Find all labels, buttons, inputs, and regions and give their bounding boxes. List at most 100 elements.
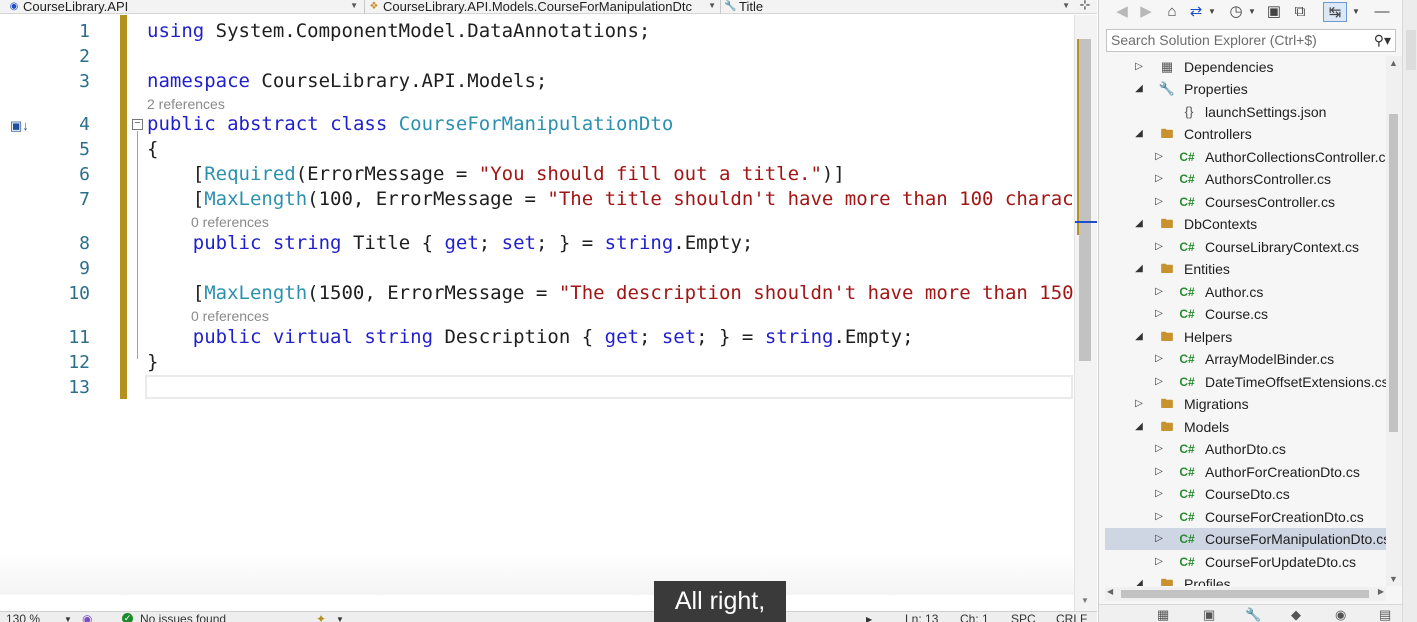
scroll-down-icon[interactable]: ▼ — [1081, 596, 1089, 605]
scroll-right-icon[interactable]: ▶ — [866, 613, 872, 622]
chevron-down-icon[interactable]: ▼ — [1207, 2, 1217, 22]
expand-icon[interactable]: ▷ — [1133, 56, 1145, 78]
implementation-glyph-icon[interactable]: ▣↓ — [10, 118, 29, 134]
editor-vertical-scrollbar[interactable]: ▼ — [1074, 15, 1097, 611]
line-indicator[interactable]: Ln: 13 — [905, 613, 938, 622]
properties-icon[interactable]: 🔧 — [1245, 607, 1261, 622]
tree-item-migrations[interactable]: ▷ 🖿 Migrations — [1105, 393, 1386, 415]
chevron-down-icon[interactable]: ▼ — [1351, 2, 1361, 22]
search-icon[interactable]: ⚲▾ — [1374, 30, 1391, 51]
split-window-icon[interactable]: ⊹ — [1078, 0, 1092, 12]
scroll-up-icon[interactable]: ▲ — [1389, 58, 1398, 68]
team-explorer-icon[interactable]: ▣ — [1203, 607, 1215, 622]
tree-item-file[interactable]: ▷ C# CourseDto.cs — [1105, 483, 1386, 505]
solution-tree[interactable]: ▷ ▦ Dependencies ◢ 🔧 Properties {} launc… — [1099, 56, 1386, 586]
back-icon[interactable]: ◀ — [1113, 2, 1131, 22]
expand-icon[interactable]: ▷ — [1153, 551, 1165, 573]
expand-icon[interactable]: ▷ — [1133, 393, 1145, 415]
scroll-down-icon[interactable]: ▼ — [1389, 574, 1398, 584]
tree-item-file[interactable]: ▷ C# CoursesController.cs — [1105, 191, 1386, 213]
column-indicator[interactable]: Ch: 1 — [960, 613, 989, 622]
chevron-down-icon[interactable]: ▼ — [1247, 2, 1257, 22]
type-dropdown[interactable]: ❖ CourseLibrary.API.Models.CourseForMani… — [368, 0, 718, 14]
tree-item-file[interactable]: ▷ C# AuthorDto.cs — [1105, 438, 1386, 460]
forward-icon[interactable]: ▶ — [1137, 2, 1155, 22]
solution-explorer-horizontal-scrollbar[interactable]: ◀ ▶ — [1105, 587, 1386, 601]
scroll-right-icon[interactable]: ▶ — [1378, 587, 1384, 596]
scrollbar-thumb[interactable] — [1121, 590, 1369, 598]
tree-item-file[interactable]: ▷ C# CourseForUpdateDto.cs — [1105, 551, 1386, 573]
scroll-left-icon[interactable]: ◀ — [1107, 587, 1113, 596]
solution-explorer-search-input[interactable]: Search Solution Explorer (Ctrl+$) ⚲▾ — [1106, 29, 1396, 52]
expand-icon[interactable]: ▷ — [1153, 168, 1165, 190]
line-ending-indicator[interactable]: CRLF — [1056, 613, 1087, 622]
tree-item-file[interactable]: ▷ C# DateTimeOffsetExtensions.cs — [1105, 371, 1386, 393]
notifications-icon[interactable]: ◉ — [1335, 607, 1346, 622]
expand-icon[interactable]: ▷ — [1153, 371, 1165, 393]
code-editor[interactable]: ▣↓ 1 2 3 4 5 6 7 8 9 10 11 12 13 − using… — [0, 15, 1097, 595]
tree-item-entities[interactable]: ◢ 🖿 Entities — [1105, 258, 1386, 280]
expand-icon[interactable]: ▷ — [1153, 303, 1165, 325]
class-view-icon[interactable]: ▦ — [1157, 607, 1169, 622]
switch-views-icon[interactable]: ⇄ — [1185, 2, 1207, 22]
member-dropdown[interactable]: 🔧 Title ▼ — [724, 0, 1072, 14]
codelens-references[interactable]: 0 references — [191, 214, 269, 230]
tree-item-file[interactable]: ▷ C# Course.cs — [1105, 303, 1386, 325]
expand-icon[interactable]: ▷ — [1153, 506, 1165, 528]
collapse-icon[interactable]: ◢ — [1133, 213, 1145, 235]
whitespace-indicator[interactable]: SPC — [1011, 613, 1036, 622]
collapse-icon[interactable]: ◢ — [1133, 123, 1145, 145]
solution-explorer-vertical-scrollbar[interactable]: ▲ ▼ — [1386, 56, 1402, 586]
collapse-icon[interactable]: ◢ — [1133, 573, 1145, 586]
collapse-all-icon[interactable]: ▣ — [1263, 2, 1285, 22]
tree-item-dbcontexts[interactable]: ◢ 🖿 DbContexts — [1105, 213, 1386, 235]
scrollbar-thumb[interactable] — [1079, 39, 1091, 361]
tree-item-models[interactable]: ◢ 🖿 Models — [1105, 416, 1386, 438]
expand-icon[interactable]: ▷ — [1153, 348, 1165, 370]
tree-item-file[interactable]: ▷ C# AuthorsController.cs — [1105, 168, 1386, 190]
tree-item-file[interactable]: ▷ C# Author.cs — [1105, 281, 1386, 303]
tree-item-file[interactable]: ▷ C# AuthorForCreationDto.cs — [1105, 461, 1386, 483]
expand-icon[interactable]: ▷ — [1153, 438, 1165, 460]
chevron-down-icon[interactable]: ▼ — [336, 613, 344, 622]
codelens-references[interactable]: 2 references — [147, 96, 225, 112]
collapse-icon[interactable]: ◢ — [1133, 258, 1145, 280]
scrollbar-thumb[interactable] — [1389, 114, 1398, 432]
pending-changes-icon[interactable]: ◷ — [1225, 2, 1247, 22]
tree-item-launchsettings[interactable]: {} launchSettings.json — [1105, 101, 1386, 123]
project-dropdown[interactable]: ◉ CourseLibrary.API ▼ — [8, 0, 360, 14]
collapse-region-icon[interactable]: − — [132, 119, 143, 130]
tree-item-controllers[interactable]: ◢ 🖿 Controllers — [1105, 123, 1386, 145]
tree-item-file[interactable]: ▷ C# CourseLibraryContext.cs — [1105, 236, 1386, 258]
tree-item-selected-file[interactable]: ▷ C# CourseForManipulationDto.cs — [1105, 528, 1386, 550]
git-changes-icon[interactable]: ◆ — [1291, 607, 1301, 622]
expand-icon[interactable]: ▷ — [1153, 281, 1165, 303]
output-icon[interactable]: ▤ — [1379, 607, 1391, 622]
tree-item-file[interactable]: ▷ C# CourseForCreationDto.cs — [1105, 506, 1386, 528]
tree-item-file[interactable]: ▷ C# ArrayModelBinder.cs — [1105, 348, 1386, 370]
collapse-icon[interactable]: ◢ — [1133, 326, 1145, 348]
expand-icon[interactable]: ▷ — [1153, 483, 1165, 505]
expand-icon[interactable]: ▷ — [1153, 461, 1165, 483]
sync-with-active-document-icon[interactable]: ↹ — [1323, 2, 1347, 22]
show-all-files-icon[interactable]: ⧉ — [1289, 2, 1311, 22]
codelens-references[interactable]: 0 references — [191, 308, 269, 324]
properties-icon[interactable]: — — [1371, 2, 1393, 22]
tree-item-profiles[interactable]: ◢ 🖿 Profiles — [1105, 573, 1386, 586]
expand-icon[interactable]: ▷ — [1153, 146, 1165, 168]
collapse-icon[interactable]: ◢ — [1133, 416, 1145, 438]
brush-icon[interactable]: ✦ — [316, 613, 326, 622]
tree-item-properties[interactable]: ◢ 🔧 Properties — [1105, 78, 1386, 100]
expand-icon[interactable]: ▷ — [1153, 528, 1165, 550]
copilot-icon[interactable]: ◉ — [82, 613, 92, 622]
issues-status[interactable]: No issues found — [140, 613, 226, 622]
collapse-icon[interactable]: ◢ — [1133, 78, 1145, 100]
tree-item-file[interactable]: ▷ C# AuthorCollectionsController.cs — [1105, 146, 1386, 168]
tree-item-helpers[interactable]: ◢ 🖿 Helpers — [1105, 326, 1386, 348]
expand-icon[interactable]: ▷ — [1153, 191, 1165, 213]
tree-item-dependencies[interactable]: ▷ ▦ Dependencies — [1105, 56, 1386, 78]
chevron-down-icon[interactable]: ▼ — [64, 613, 72, 622]
expand-icon[interactable]: ▷ — [1153, 236, 1165, 258]
zoom-level[interactable]: 130 % — [6, 613, 40, 622]
home-icon[interactable]: ⌂ — [1161, 2, 1183, 22]
